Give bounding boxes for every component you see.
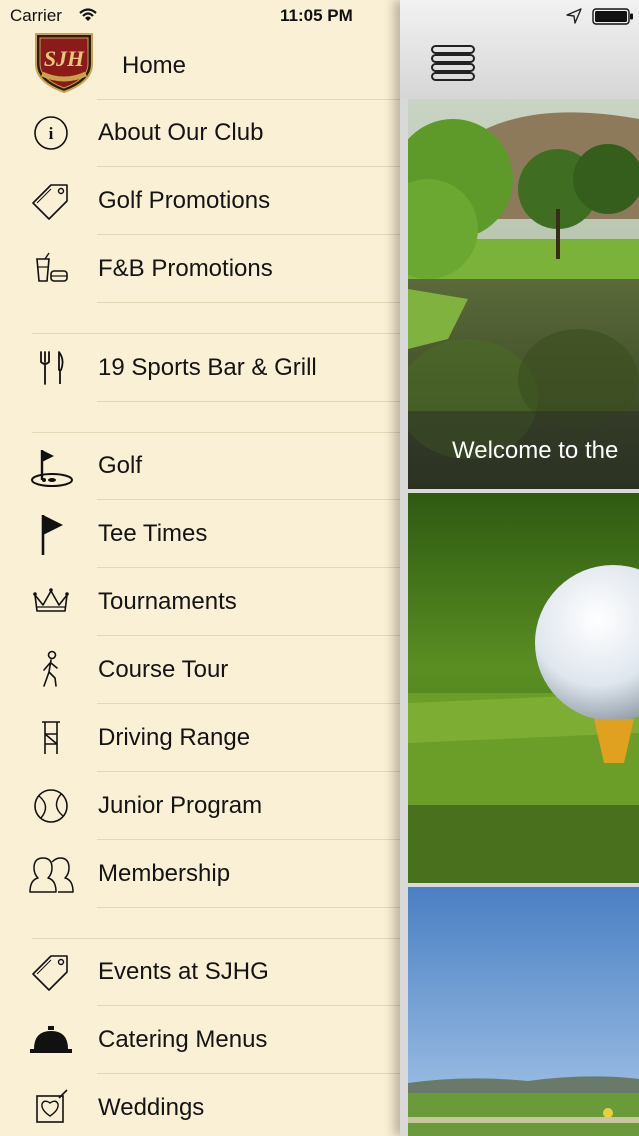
tag-icon [28,179,74,223]
menu-item-label: Catering Menus [98,1026,268,1053]
golf-ball-on-tee-image [408,493,639,883]
menu-item-junior-program[interactable]: Junior Program [0,772,400,840]
club-logo-icon: SJH [30,30,98,94]
status-bar: Carrier 11:05 PM [0,0,639,34]
card-caption: Welcome to the [408,411,639,489]
feature-card-welcome[interactable]: Welcome to the [408,99,639,489]
menu-item-home[interactable]: SJH Home [0,32,400,100]
menu-item-membership[interactable]: Membership [0,840,400,908]
separator [97,302,400,303]
menu-item-label: Golf [98,452,143,479]
heart-card-icon [28,1086,74,1130]
card-caption-text: Welcome to the [452,437,619,464]
battery-icon [592,8,633,25]
menu-item-label: Golf Promotions [98,187,271,214]
flag-icon [28,512,74,556]
menu-item-label: Tee Times [98,520,208,547]
crown-icon [28,580,74,624]
ball-icon [28,784,74,828]
menu-item-course-tour[interactable]: Course Tour [0,636,400,704]
range-tower-icon [28,716,74,760]
svg-text:SJH: SJH [44,46,85,71]
menu-item-sports-bar[interactable]: 19 Sports Bar & Grill [0,334,400,402]
feature-card-golf[interactable] [408,493,639,883]
menu-item-label: Home [122,52,187,79]
menu-item-label: Course Tour [98,656,229,683]
menu-item-fb-promotions[interactable]: F&B Promotions [0,235,400,303]
menu-item-label: Membership [98,860,231,887]
navigation-drawer: SJH Home i About Our Club Golf Promotion… [0,0,400,1136]
menu-item-about[interactable]: i About Our Club [0,99,400,167]
people-icon [28,852,74,896]
menu-item-label: F&B Promotions [98,255,273,282]
svg-text:i: i [49,124,54,143]
main-content: Welcome to the [400,0,639,1136]
menu-item-weddings[interactable]: Weddings [0,1074,400,1136]
menu-item-events[interactable]: Events at SJHG [0,938,400,1006]
menu-item-label: Events at SJHG [98,958,269,985]
menu-item-golf-promotions[interactable]: Golf Promotions [0,167,400,235]
menu-item-label: Weddings [98,1094,205,1121]
separator [97,907,400,908]
walking-person-icon [28,648,74,692]
menu-item-label: Driving Range [98,724,251,751]
fork-knife-icon [28,346,74,390]
golf-hole-flag-icon [28,444,74,488]
carrier-label: Carrier [10,6,62,25]
separator [97,401,400,402]
menu-item-label: 19 Sports Bar & Grill [98,354,317,381]
driving-range-image [408,887,639,1136]
feature-card-range[interactable] [408,887,639,1136]
menu-item-golf[interactable]: Golf [0,432,400,500]
menu-item-catering[interactable]: Catering Menus [0,1006,400,1074]
status-time: 11:05 PM [280,6,353,25]
menu-item-label: Junior Program [98,792,263,819]
location-arrow-icon [566,8,582,24]
menu-item-tee-times[interactable]: Tee Times [0,500,400,568]
menu-item-label: About Our Club [98,119,264,146]
menu-item-tournaments[interactable]: Tournaments [0,568,400,636]
drinks-icon [28,247,74,291]
tag-icon [28,950,74,994]
hamburger-menu-icon[interactable] [430,44,476,82]
info-icon: i [28,111,74,155]
service-bell-icon [28,1018,74,1062]
menu-item-label: Tournaments [98,588,237,615]
wifi-icon [79,8,97,21]
menu-item-driving-range[interactable]: Driving Range [0,704,400,772]
